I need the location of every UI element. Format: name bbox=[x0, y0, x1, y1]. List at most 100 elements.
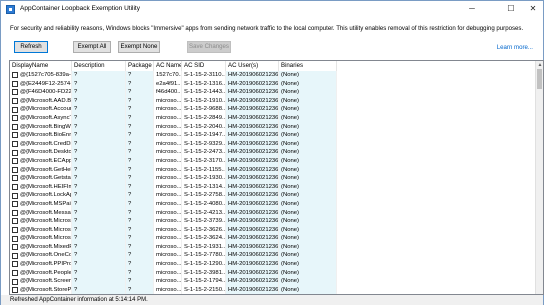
grid-header: DisplayName Description Package AC Name … bbox=[10, 61, 337, 71]
exempt-checkbox[interactable] bbox=[12, 132, 18, 139]
learn-more-link[interactable]: Learn more... bbox=[497, 44, 533, 51]
table-row[interactable]: @{Microsoft.AsyncT...?? microso... S-1-15-… bbox=[10, 113, 337, 123]
cell-ac-name: microso... bbox=[156, 277, 182, 286]
table-row[interactable]: @{Microsoft.StorePu...??microso...S-1-15… bbox=[10, 285, 337, 294]
table-row[interactable]: @{Microsoft.GetHel...?? microso... S-1-15-… bbox=[10, 165, 337, 175]
column-header-displayname[interactable]: DisplayName bbox=[10, 61, 72, 71]
exempt-checkbox[interactable] bbox=[12, 226, 18, 233]
exempt-checkbox[interactable] bbox=[12, 89, 18, 96]
exempt-checkbox[interactable] bbox=[12, 141, 18, 148]
cell-binaries: (None) bbox=[279, 174, 337, 183]
cell-description: ? bbox=[72, 191, 126, 200]
cell-displayname: @{Microsoft.StorePu... bbox=[10, 285, 72, 294]
exempt-none-button[interactable]: Exempt None bbox=[118, 41, 160, 53]
table-row[interactable]: @{Microsoft.PPIProj...??microso...S-1-15… bbox=[10, 260, 337, 269]
cell-ac-name: microso... bbox=[156, 217, 182, 226]
exempt-checkbox[interactable] bbox=[12, 158, 18, 165]
column-header-package[interactable]: Package bbox=[126, 61, 154, 71]
cell-binaries: (None) bbox=[279, 277, 337, 286]
exempt-checkbox[interactable] bbox=[12, 166, 18, 173]
scrollbar-thumb[interactable] bbox=[537, 69, 542, 89]
exempt-checkbox[interactable] bbox=[12, 175, 18, 182]
table-row[interactable]: @{Microsoft.CredDi...?? microso... S-1-15-… bbox=[10, 139, 337, 149]
cell-ac-name: microso... bbox=[156, 96, 182, 106]
table-row[interactable]: @{Microsoft.MixedR...??microso...S-1-15-… bbox=[10, 242, 337, 252]
chevron-up-icon[interactable]: ▲ bbox=[537, 62, 543, 68]
title-bar[interactable]: AppContainer Loopback Exemption Utility … bbox=[1, 1, 543, 18]
cell-description: ? bbox=[72, 242, 126, 252]
table-row[interactable]: @{Microsoft.Micros...?? microso... S-1-15-… bbox=[10, 217, 337, 226]
column-header-binaries[interactable]: Binaries bbox=[279, 61, 337, 71]
exempt-checkbox[interactable] bbox=[12, 235, 18, 242]
table-row[interactable]: @{Microsoft.Messag...??microso...S-1-15-… bbox=[10, 208, 337, 218]
table-row[interactable]: @{Microsoft.BingWe...??microso...S-1-15-… bbox=[10, 122, 337, 132]
cell-ac-users: HM-201906021236... bbox=[226, 105, 279, 114]
cell-description: ? bbox=[72, 131, 126, 140]
cell-package: ? bbox=[126, 105, 154, 114]
cell-displayname: @{Microsoft.Getstart... bbox=[10, 174, 72, 183]
column-header-ac-name[interactable]: AC Name bbox=[154, 61, 182, 71]
display-name-text: @{Microsoft.People_... bbox=[20, 269, 72, 276]
exempt-checkbox[interactable] bbox=[12, 269, 18, 276]
exempt-checkbox[interactable] bbox=[12, 218, 18, 225]
exempt-checkbox[interactable] bbox=[12, 149, 18, 156]
cell-package: ? bbox=[126, 260, 154, 269]
exempt-checkbox[interactable] bbox=[12, 244, 18, 251]
cell-package: ? bbox=[126, 182, 154, 192]
exempt-checkbox[interactable] bbox=[12, 261, 18, 268]
column-header-ac-users[interactable]: AC User(s) bbox=[226, 61, 279, 71]
table-row[interactable]: @{Microsoft.Accoun...??microso...S-1-15-… bbox=[10, 105, 337, 114]
cell-binaries: (None) bbox=[279, 105, 337, 114]
exempt-checkbox[interactable] bbox=[12, 278, 18, 285]
column-header-description[interactable]: Description bbox=[72, 61, 126, 71]
table-row[interactable]: @{E2449F12-2574-4...??e2a4f91...S-1-15-2… bbox=[10, 79, 337, 89]
table-row[interactable]: @{Microsoft.ECApp_...??microso...S-1-15-… bbox=[10, 156, 337, 166]
exempt-checkbox[interactable] bbox=[12, 80, 18, 87]
table-row[interactable]: @{Microsoft.People_...??microso...S-1-15… bbox=[10, 268, 337, 278]
exempt-checkbox[interactable] bbox=[12, 106, 18, 113]
cell-displayname: @{Microsoft.Messag... bbox=[10, 208, 72, 218]
table-row[interactable]: @{Microsoft.OneCo...?? microso... S-1-15-2… bbox=[10, 251, 337, 261]
display-name-text: @{Microsoft.GetHel... bbox=[20, 166, 72, 173]
exempt-checkbox[interactable] bbox=[12, 209, 18, 216]
table-row[interactable]: @{Microsoft.Micros...?? microso... S-1-15-… bbox=[10, 225, 337, 235]
cell-displayname: @{E2449F12-2574-4... bbox=[10, 79, 72, 89]
table-row[interactable]: @{Microsoft.HEIFIm...??microso...S-1-15-… bbox=[10, 182, 337, 192]
exempt-checkbox[interactable] bbox=[12, 287, 18, 294]
table-row[interactable]: @{F46D4000-FD22-4...??f46d400...S-1-15-2… bbox=[10, 88, 337, 97]
close-button[interactable]: ✕ bbox=[521, 1, 544, 17]
exempt-checkbox[interactable] bbox=[12, 252, 18, 259]
exempt-all-button[interactable]: Exempt All bbox=[73, 41, 111, 53]
cell-binaries: (None) bbox=[279, 242, 337, 252]
vertical-scrollbar[interactable]: ▲ bbox=[535, 61, 543, 294]
maximize-button[interactable]: ☐ bbox=[499, 1, 523, 17]
cell-description: ? bbox=[72, 79, 126, 89]
column-header-ac-sid[interactable]: AC SID bbox=[182, 61, 226, 71]
exempt-checkbox[interactable] bbox=[12, 115, 18, 122]
table-row[interactable]: @{Microsoft.BioEnro...??microso...S-1-15… bbox=[10, 131, 337, 140]
refresh-button[interactable]: Refresh bbox=[14, 41, 48, 53]
table-row[interactable]: @{Microsoft.ScreenS...??microso...S-1-15… bbox=[10, 277, 337, 286]
cell-binaries: (None) bbox=[279, 139, 337, 149]
cell-ac-name: microso... bbox=[156, 260, 182, 269]
minimize-button[interactable]: ─ bbox=[460, 1, 484, 17]
exempt-checkbox[interactable] bbox=[12, 72, 18, 79]
table-row[interactable]: @{Microsoft.Deskto...?? microso... S-1-15-… bbox=[10, 148, 337, 157]
table-row[interactable]: @{Microsoft.MSPain...??microso...S-1-15-… bbox=[10, 199, 337, 209]
exempt-checkbox[interactable] bbox=[12, 192, 18, 199]
exempt-checkbox[interactable] bbox=[12, 98, 18, 105]
cell-binaries: (None) bbox=[279, 71, 337, 80]
save-changes-button[interactable]: Save Changes bbox=[187, 41, 231, 53]
exempt-checkbox[interactable] bbox=[12, 184, 18, 191]
table-row[interactable]: @{1527c705-839a-48...??1527c70...S-1-15-… bbox=[10, 71, 337, 80]
table-row[interactable]: @{Microsoft.Getstart...??microso...S-1-1… bbox=[10, 174, 337, 183]
appcontainer-grid[interactable]: DisplayName Description Package AC Name … bbox=[9, 60, 544, 295]
exempt-checkbox[interactable] bbox=[12, 201, 18, 208]
cell-ac-sid: S-1-15-2-3626... bbox=[184, 225, 226, 235]
display-name-text: @{Microsoft.HEIFIm... bbox=[20, 183, 71, 190]
table-row[interactable]: @{Microsoft.Micros...?? microso... S-1-15-… bbox=[10, 234, 337, 243]
table-row[interactable]: @{Microsoft.AAD.Br...?? microso... S-1-15-… bbox=[10, 96, 337, 106]
table-row[interactable]: @{Microsoft.LockAp...??microso...S-1-15-… bbox=[10, 191, 337, 200]
cell-ac-name: microso... bbox=[156, 251, 182, 261]
exempt-checkbox[interactable] bbox=[12, 123, 18, 130]
